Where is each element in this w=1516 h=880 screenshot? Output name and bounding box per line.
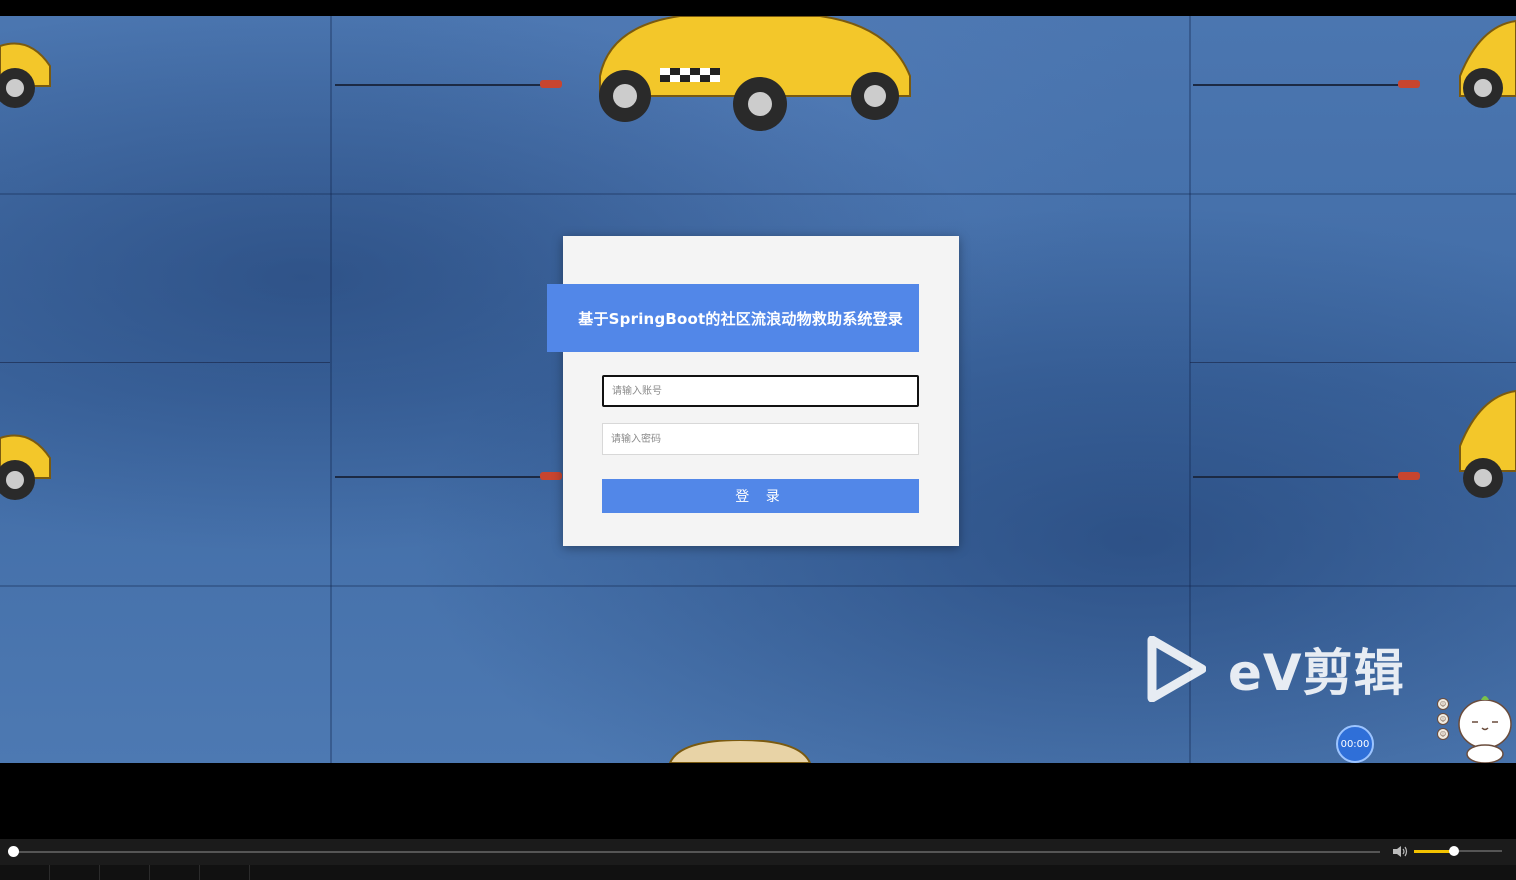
wall-seam [0,585,1516,587]
side-controls: ☺ ☺ ☺ [1437,698,1451,740]
taskbar-slot[interactable] [150,865,200,880]
taskbar-slot[interactable] [0,865,50,880]
cable-plug [540,80,562,88]
taskbar-slot[interactable] [100,865,150,880]
wall-seam [0,193,1516,195]
car-icon [599,16,911,131]
password-input[interactable] [602,423,919,455]
car-icon [0,42,51,108]
volume-knob[interactable] [1449,846,1459,856]
ev-logo-text: eV剪辑 [1228,644,1405,702]
progress-knob[interactable] [8,846,19,857]
account-input[interactable] [602,375,919,407]
volume-icon[interactable] [1392,845,1408,858]
car-icon [0,434,51,500]
taskbar-slot[interactable] [200,865,250,880]
cable-plug [1398,80,1420,88]
cable [1193,476,1398,478]
cable-plug [1398,472,1420,480]
taskbar-strip [0,865,1516,880]
car-icon [1459,19,1516,108]
progress-bar[interactable] [12,851,1380,853]
cable [1193,84,1398,86]
side-control-dot[interactable]: ☺ [1437,713,1449,725]
side-control-dot[interactable]: ☺ [1437,728,1449,740]
car-icon [1459,389,1516,498]
login-button[interactable]: 登 录 [602,479,919,513]
cable-plug [540,472,562,480]
side-control-dot[interactable]: ☺ [1437,698,1449,710]
cable [335,476,545,478]
wall-seam [330,16,332,763]
volume-level [1414,850,1454,853]
cable [335,84,545,86]
ev-watermark: eV剪辑 [1146,636,1405,702]
car-icon [668,740,812,763]
record-timer[interactable]: 00:00 [1336,725,1374,763]
taskbar-slot[interactable] [50,865,100,880]
play-icon [1147,636,1206,702]
login-title: 基于SpringBoot的社区流浪动物救助系统登录 [547,284,919,352]
wall-crack [0,362,330,363]
wall-crack [1190,362,1516,363]
mascot-icon[interactable] [1456,692,1514,763]
